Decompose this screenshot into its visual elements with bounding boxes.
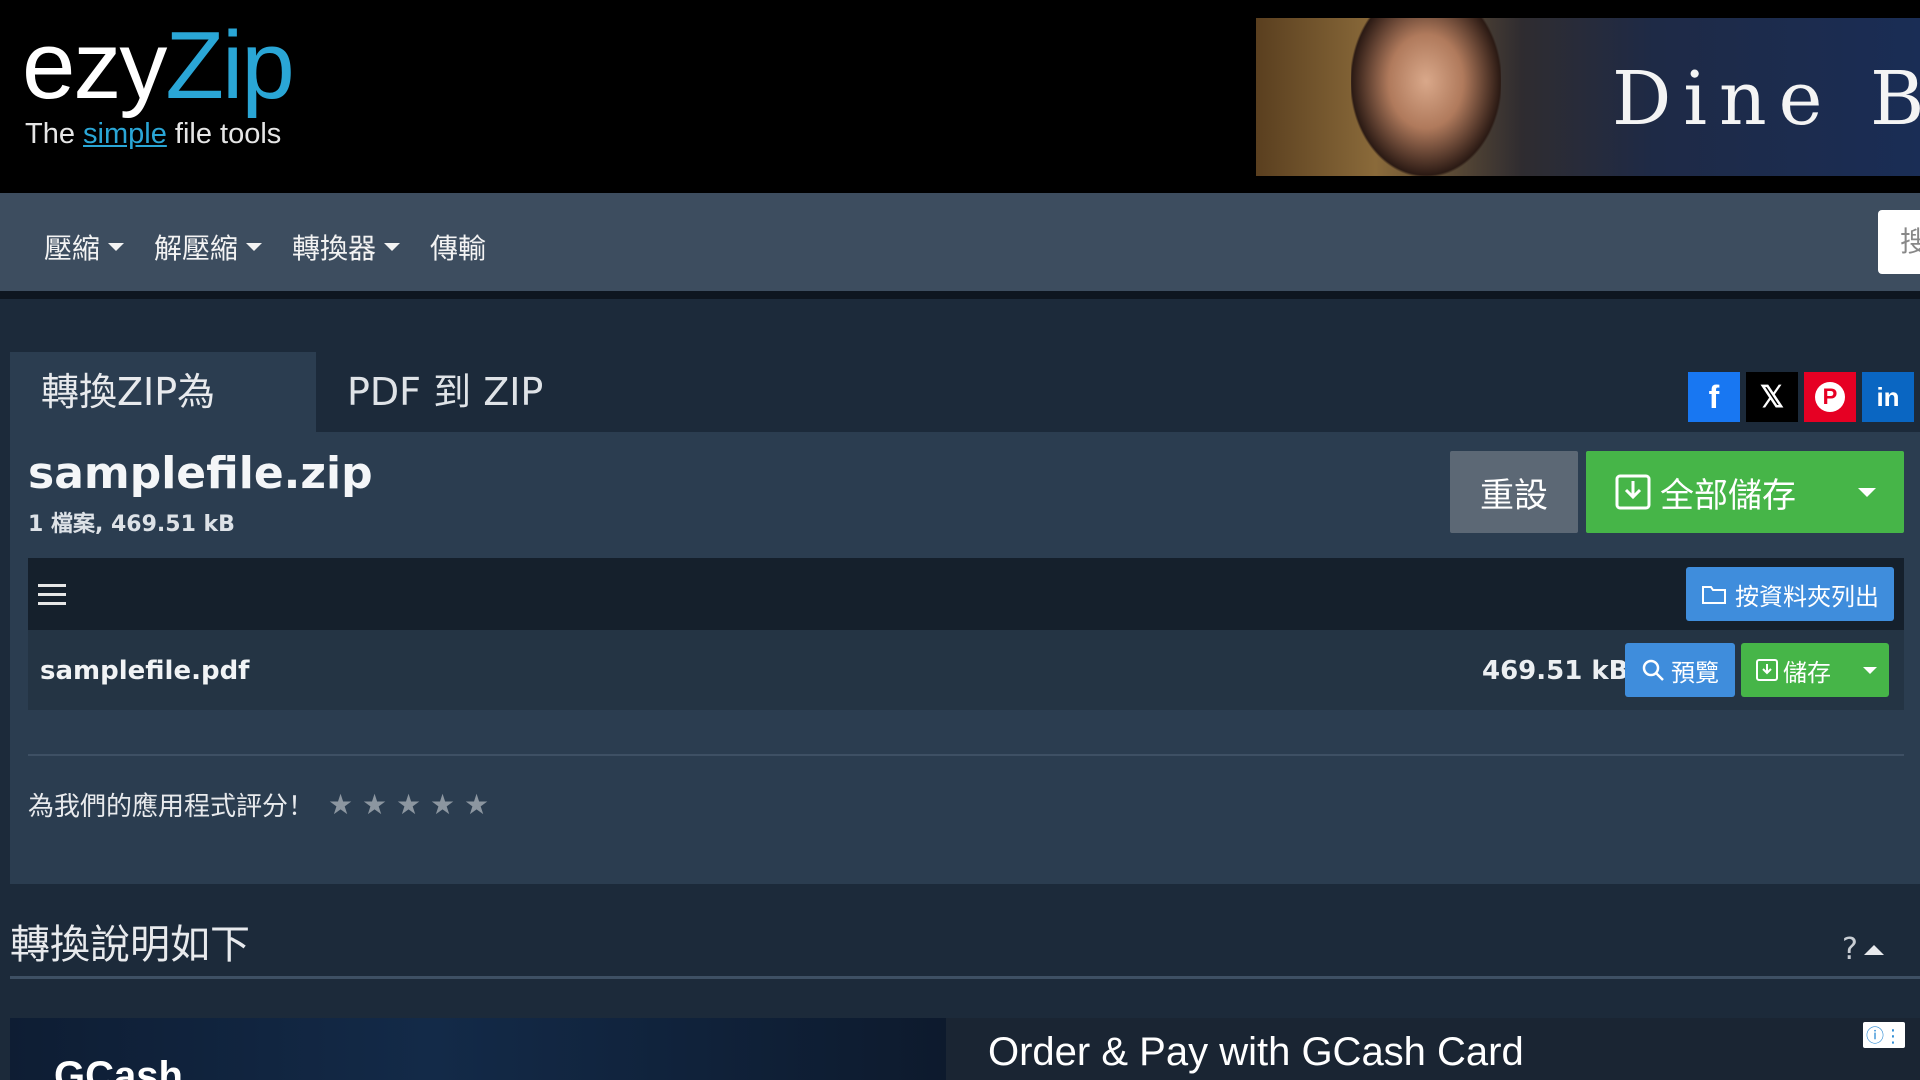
preview-label: 預覽 (1671, 658, 1719, 687)
save-file-label: 儲存 (1783, 658, 1831, 687)
tab-pdf-to-zip[interactable]: PDF 到 ZIP (316, 352, 574, 432)
file-row-size: 469.51 kB (1482, 656, 1629, 686)
rating-section: 為我們的應用程式評分！ ★ ★ ★ ★ ★ (28, 786, 489, 823)
download-icon (1756, 659, 1778, 681)
panel-divider (28, 754, 1904, 756)
how-to-title: 轉換說明如下 (10, 922, 250, 968)
site-header: ezyZip The simple file tools Dine Be (0, 0, 1920, 193)
bottom-banner-ad[interactable]: GCash Order & Pay with GCash Card ⓘ⋮ (10, 1018, 1920, 1080)
facebook-share-button[interactable]: f (1688, 372, 1740, 422)
logo-tagline-start: The (25, 118, 84, 150)
chevron-down-icon (246, 243, 263, 251)
gcash-logo: GCash (54, 1054, 183, 1080)
help-icon: ? (1842, 932, 1858, 967)
chevron-down-icon (108, 243, 125, 251)
logo-tagline-end: file tools (166, 118, 282, 150)
file-list: 按資料夾列出 samplefile.pdf 469.51 kB 預覽 儲存 (28, 558, 1904, 710)
file-row-name: samplefile.pdf (40, 656, 250, 686)
save-file-button[interactable]: 儲存 (1741, 643, 1889, 697)
list-icon (38, 578, 66, 608)
top-banner-ad[interactable]: Dine Be (1256, 18, 1920, 176)
search-icon (1642, 659, 1664, 681)
file-list-header: 按資料夾列出 (28, 558, 1904, 630)
chevron-down-icon (384, 243, 401, 251)
how-to-divider (10, 976, 1920, 979)
rating-stars[interactable]: ★ ★ ★ ★ ★ (328, 788, 489, 821)
nav-converter[interactable]: 轉換器 (292, 227, 401, 267)
file-row: samplefile.pdf 469.51 kB 預覽 儲存 (28, 630, 1904, 710)
nav-extract-label: 解壓縮 (154, 232, 239, 265)
rating-prompt: 為我們的應用程式評分！ (28, 792, 315, 822)
main-navbar: 壓縮 解壓縮 轉換器 傳輸 搜 (0, 193, 1920, 291)
chevron-down-icon[interactable] (1863, 666, 1877, 674)
logo-tagline-highlight: simple (83, 118, 167, 150)
save-all-label: 全部儲存 (1660, 475, 1796, 516)
x-icon: 𝕏 (1759, 380, 1785, 414)
ad-banner-text: Dine Be (1612, 56, 1920, 142)
archive-info: 1 檔案, 469.51 kB (28, 512, 235, 537)
pinterest-icon: P (1815, 382, 1845, 412)
logo-text-ezy: ezy (22, 12, 167, 119)
how-to-toggle[interactable]: ? (1842, 932, 1884, 967)
chevron-up-icon (1863, 944, 1884, 955)
folder-icon (1702, 586, 1726, 604)
nav-transfer[interactable]: 傳輸 (430, 227, 486, 267)
nav-divider (0, 291, 1920, 299)
ad-photo (1351, 18, 1501, 176)
nav-converter-label: 轉換器 (292, 232, 377, 265)
search-input[interactable]: 搜 (1878, 210, 1920, 274)
list-by-folder-button[interactable]: 按資料夾列出 (1686, 567, 1894, 621)
reset-button[interactable]: 重設 (1450, 451, 1578, 533)
logo-text-zip: Zip (165, 12, 294, 119)
ad-info-icon[interactable]: ⓘ⋮ (1863, 1022, 1905, 1048)
nav-compress[interactable]: 壓縮 (44, 227, 125, 267)
linkedin-icon: in (1876, 381, 1900, 412)
nav-extract[interactable]: 解壓縮 (154, 227, 263, 267)
list-by-folder-label: 按資料夾列出 (1735, 582, 1879, 611)
save-all-button[interactable]: 全部儲存 (1586, 451, 1904, 533)
ad-headline[interactable]: Order & Pay with GCash Card (988, 1030, 1524, 1075)
social-share-bar: f 𝕏 P in (1688, 372, 1914, 422)
linkedin-share-button[interactable]: in (1862, 372, 1914, 422)
download-icon (1615, 474, 1651, 510)
facebook-icon: f (1708, 378, 1720, 415)
tab-zip-to-pdf[interactable]: 轉換ZIP為PDF (10, 352, 316, 494)
preview-button[interactable]: 預覽 (1625, 643, 1735, 697)
pinterest-share-button[interactable]: P (1804, 372, 1856, 422)
chevron-down-icon[interactable] (1858, 487, 1876, 497)
archive-filename: samplefile.zip (28, 448, 373, 499)
nav-transfer-label: 傳輸 (430, 232, 487, 265)
ezyzip-logo[interactable]: ezyZip The simple file tools (22, 18, 295, 151)
nav-compress-label: 壓縮 (44, 232, 101, 265)
x-share-button[interactable]: 𝕏 (1746, 372, 1798, 422)
